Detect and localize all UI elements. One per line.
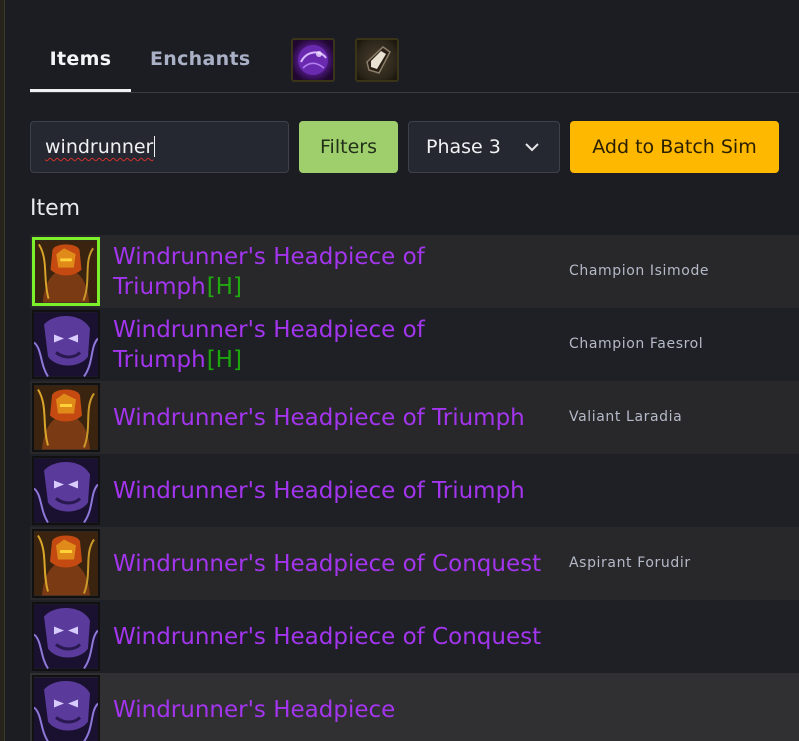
item-source: Valiant Laradia (569, 409, 683, 425)
item-name-line2: Triumph (113, 273, 206, 300)
tab-enchants[interactable]: Enchants (150, 30, 250, 92)
filters-button[interactable]: Filters (299, 121, 398, 173)
heroic-tag: [H] (206, 273, 242, 300)
item-name-line1: Windrunner's Headpiece of (113, 243, 425, 270)
phase-select[interactable]: Phase 3 (408, 121, 560, 173)
undead-hunter-portrait-icon (32, 456, 100, 525)
search-input[interactable]: windrunner (30, 121, 289, 173)
undead-hunter-portrait-icon (32, 602, 100, 671)
list-item[interactable]: Windrunner's Headpiece of Triumph[H] Cham… (30, 235, 799, 308)
phase-select-value: Phase 3 (426, 136, 501, 158)
item-name: Windrunner's Headpiece of Triumph[H] (113, 308, 558, 381)
item-name: Windrunner's Headpiece of Triumph (113, 477, 525, 504)
undead-hunter-portrait-icon (32, 675, 100, 741)
item-name: Windrunner's Headpiece of Conquest (113, 550, 542, 577)
list-item[interactable]: Windrunner's Headpiece (30, 673, 799, 741)
item-name: Windrunner's Headpiece of Triumph[H] (113, 235, 558, 308)
text-caret (154, 136, 156, 157)
item-source: Aspirant Forudir (569, 555, 691, 571)
tab-items[interactable]: Items (30, 30, 131, 92)
item-name: Windrunner's Headpiece of Conquest (113, 623, 542, 650)
blood-elf-hunter-portrait-icon (32, 529, 100, 598)
list-item[interactable]: Windrunner's Headpiece of Conquest Aspir… (30, 527, 799, 600)
item-source: Champion Faesrol (569, 336, 704, 352)
list-item[interactable]: Windrunner's Headpiece of Triumph (30, 454, 799, 527)
list-item[interactable]: Windrunner's Headpiece of Conquest (30, 600, 799, 673)
item-name: Windrunner's Headpiece (113, 696, 396, 723)
undead-hunter-portrait-icon (32, 310, 100, 379)
item-source: Champion Isimode (569, 263, 710, 279)
purple-orb-icon[interactable] (291, 38, 335, 82)
list-item[interactable]: Windrunner's Headpiece of Triumph Valian… (30, 381, 799, 454)
heroic-tag: [H] (206, 346, 242, 373)
stone-shard-icon[interactable] (355, 38, 399, 82)
list-item[interactable]: Windrunner's Headpiece of Triumph[H] Cham… (30, 308, 799, 381)
left-panel-edge (0, 0, 5, 741)
chevron-down-icon (525, 143, 539, 152)
item-name-line2: Triumph (113, 346, 206, 373)
search-value: windrunner (45, 136, 154, 158)
item-name-line1: Windrunner's Headpiece of (113, 316, 425, 343)
blood-elf-hunter-portrait-icon (32, 383, 100, 452)
add-to-batch-sim-button[interactable]: Add to Batch Sim (570, 121, 779, 173)
column-header-item: Item (30, 196, 81, 221)
tab-bar: Items Enchants (30, 30, 799, 93)
blood-elf-hunter-portrait-icon (32, 237, 100, 306)
item-name: Windrunner's Headpiece of Triumph (113, 404, 525, 431)
